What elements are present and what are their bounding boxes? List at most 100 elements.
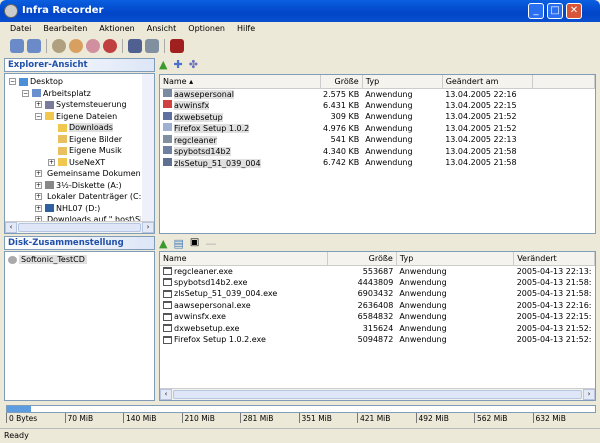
new-folder-icon[interactable]: ▤ bbox=[173, 237, 183, 250]
capacity-scale: 0 Bytes 70 MiB 140 MiB 210 MiB 281 MiB 351 Mi… bbox=[6, 413, 596, 425]
file-size: 4443809 bbox=[357, 277, 394, 287]
tree-item[interactable]: − Arbeitsplatz bbox=[9, 88, 141, 100]
file-row[interactable]: avwinsfx 6.431 KB Anwendung 13.04.2005 22:1… bbox=[160, 100, 595, 112]
file-name: aawsepersonal bbox=[174, 90, 234, 99]
file-icon bbox=[163, 312, 172, 321]
file-size: 2.575 KB bbox=[323, 89, 360, 99]
expand-toggle-icon[interactable]: − bbox=[35, 112, 42, 120]
tree-item[interactable]: − Desktop bbox=[9, 76, 141, 88]
file-row[interactable]: dxwebsetup 309 KB Anwendung 13.04.2005 21:5… bbox=[160, 111, 595, 123]
rename-icon[interactable]: ▣ bbox=[190, 237, 199, 250]
tree-item-label: Eigene Bilder bbox=[69, 134, 123, 144]
column-size[interactable]: Größe bbox=[320, 75, 363, 89]
tree-item[interactable]: Eigene Musik bbox=[9, 145, 141, 157]
expand-toggle-icon[interactable]: − bbox=[22, 89, 29, 97]
file-row[interactable]: aawsepersonal 2.575 KB Anwendung 13.04.2005… bbox=[160, 88, 595, 100]
tools-icon[interactable] bbox=[128, 39, 142, 53]
file-icon bbox=[163, 278, 172, 287]
capacity-tick: 281 MiB bbox=[240, 413, 273, 423]
menu-hilfe[interactable]: Hilfe bbox=[231, 22, 261, 36]
burn-icon[interactable] bbox=[52, 39, 66, 53]
expand-toggle-icon[interactable]: + bbox=[35, 216, 42, 221]
tree-item-label: Gemeinsame Dokumente bbox=[47, 169, 141, 179]
maximize-button[interactable]: □ bbox=[547, 3, 563, 19]
file-row[interactable]: aawsepersonal.exe 2636408 Anwendung 2005-04… bbox=[160, 300, 595, 312]
column-name[interactable]: Name ▴ bbox=[160, 75, 321, 89]
expand-toggle-icon[interactable]: + bbox=[35, 181, 42, 189]
tree-item[interactable]: + Lokaler Datenträger (C:) bbox=[9, 191, 141, 203]
file-row[interactable]: dxwebsetup.exe 315624 Anwendung 2005-04-13 … bbox=[160, 323, 595, 335]
file-row[interactable]: regcleaner 541 KB Anwendung 13.04.2005 22:1… bbox=[160, 134, 595, 146]
expand-toggle-icon[interactable]: + bbox=[35, 204, 42, 212]
tree-item[interactable]: + Systemsteuerung bbox=[9, 99, 141, 111]
new-project-icon[interactable] bbox=[10, 39, 24, 53]
expand-toggle-icon[interactable]: + bbox=[48, 158, 55, 166]
about-icon[interactable] bbox=[170, 39, 184, 53]
open-project-icon[interactable] bbox=[27, 39, 41, 53]
add-icon[interactable]: ✚ bbox=[173, 58, 182, 71]
file-row[interactable]: spybotsd14b2 4.340 KB Anwendung 13.04.2005 … bbox=[160, 146, 595, 158]
file-row[interactable]: Firefox Setup 1.0.2.exe 5094872 Anwendung 2… bbox=[160, 334, 595, 346]
menu-bearbeiten[interactable]: Bearbeiten bbox=[37, 22, 93, 36]
folder-icon bbox=[45, 100, 54, 109]
expand-toggle-icon[interactable]: + bbox=[35, 101, 42, 109]
folder-icon bbox=[45, 112, 54, 121]
column-name[interactable]: Name bbox=[160, 252, 328, 266]
file-row[interactable]: zlsSetup_51_039_004 6.742 KB Anwendung 13.0… bbox=[160, 157, 595, 169]
column-modified[interactable]: Geändert am bbox=[442, 75, 533, 89]
burn-image-icon[interactable] bbox=[103, 39, 117, 53]
up-folder-icon[interactable]: ▲ bbox=[159, 58, 167, 71]
close-button[interactable]: ✕ bbox=[566, 3, 582, 19]
column-type[interactable]: Typ bbox=[362, 75, 443, 89]
expand-toggle-icon[interactable]: + bbox=[35, 170, 42, 178]
tree-item[interactable]: + Downloads auf ".host\Sh bbox=[9, 214, 141, 221]
main-toolbar bbox=[4, 37, 184, 55]
menu-datei[interactable]: Datei bbox=[4, 22, 37, 36]
file-date: 2005-04-13 22:15: bbox=[516, 312, 592, 322]
tree-item-label: Downloads bbox=[69, 123, 113, 133]
up-folder-icon[interactable]: ▲ bbox=[159, 237, 167, 250]
horizontal-scrollbar[interactable]: ‹ › bbox=[5, 221, 154, 233]
file-name: avwinsfx.exe bbox=[174, 312, 226, 322]
tree-item[interactable]: Eigene Bilder bbox=[9, 134, 141, 146]
file-size: 6.742 KB bbox=[323, 158, 360, 168]
file-type: Anwendung bbox=[365, 112, 413, 122]
tree-item[interactable]: − Eigene Dateien bbox=[9, 111, 141, 123]
capacity-tick: 70 MiB bbox=[64, 413, 93, 423]
application-icon bbox=[163, 111, 172, 120]
file-row[interactable]: spybotsd14b2.exe 4443809 Anwendung 2005-04-… bbox=[160, 277, 595, 289]
vertical-scrollbar[interactable] bbox=[142, 74, 154, 221]
remove-icon[interactable]: — bbox=[205, 237, 216, 250]
minimize-button[interactable]: _ bbox=[528, 3, 544, 19]
column-size[interactable]: Größe bbox=[327, 252, 397, 266]
expand-toggle-icon[interactable]: − bbox=[9, 78, 16, 86]
file-date: 13.04.2005 21:52 bbox=[445, 123, 517, 133]
file-row[interactable]: zlsSetup_51_039_004.exe 6903432 Anwendung 2… bbox=[160, 288, 595, 300]
column-type[interactable]: Typ bbox=[396, 252, 515, 266]
horizontal-scrollbar[interactable]: ‹ › bbox=[160, 388, 595, 400]
menu-ansicht[interactable]: Ansicht bbox=[141, 22, 183, 36]
erase-icon[interactable] bbox=[86, 39, 100, 53]
tree-item[interactable]: + NHL07 (D:) bbox=[9, 203, 141, 215]
file-row[interactable]: regcleaner.exe 553687 Anwendung 2005-04-13 … bbox=[160, 265, 595, 277]
tree-item[interactable]: +3½-Diskette (A:) bbox=[9, 180, 141, 192]
file-date: 2005-04-13 21:52: bbox=[516, 335, 592, 345]
file-date: 13.04.2005 21:52 bbox=[445, 112, 517, 122]
folder-icon bbox=[32, 89, 41, 98]
copy-disc-icon[interactable] bbox=[69, 39, 83, 53]
tree-item[interactable]: + Gemeinsame Dokumente bbox=[9, 168, 141, 180]
add-all-icon[interactable]: ✤ bbox=[189, 58, 198, 71]
menu-optionen[interactable]: Optionen bbox=[182, 22, 231, 36]
file-row[interactable]: avwinsfx.exe 6584832 Anwendung 2005-04-13 2… bbox=[160, 311, 595, 323]
column-modified[interactable]: Verändert bbox=[513, 252, 595, 266]
expand-toggle-icon[interactable]: + bbox=[35, 193, 42, 201]
tree-item[interactable]: + UseNeXT bbox=[9, 157, 141, 169]
disk-root-item[interactable]: Softonic_TestCD bbox=[5, 252, 154, 267]
tree-item[interactable]: Downloads bbox=[9, 122, 141, 134]
app-icon bbox=[4, 4, 18, 18]
file-row[interactable]: Firefox Setup 1.0.2 4.976 KB Anwendung 13.0… bbox=[160, 123, 595, 135]
menu-aktionen[interactable]: Aktionen bbox=[93, 22, 140, 36]
file-name: aawsepersonal.exe bbox=[174, 300, 251, 310]
drive-icon[interactable] bbox=[145, 39, 159, 53]
file-date: 13.04.2005 22:13 bbox=[445, 135, 517, 145]
